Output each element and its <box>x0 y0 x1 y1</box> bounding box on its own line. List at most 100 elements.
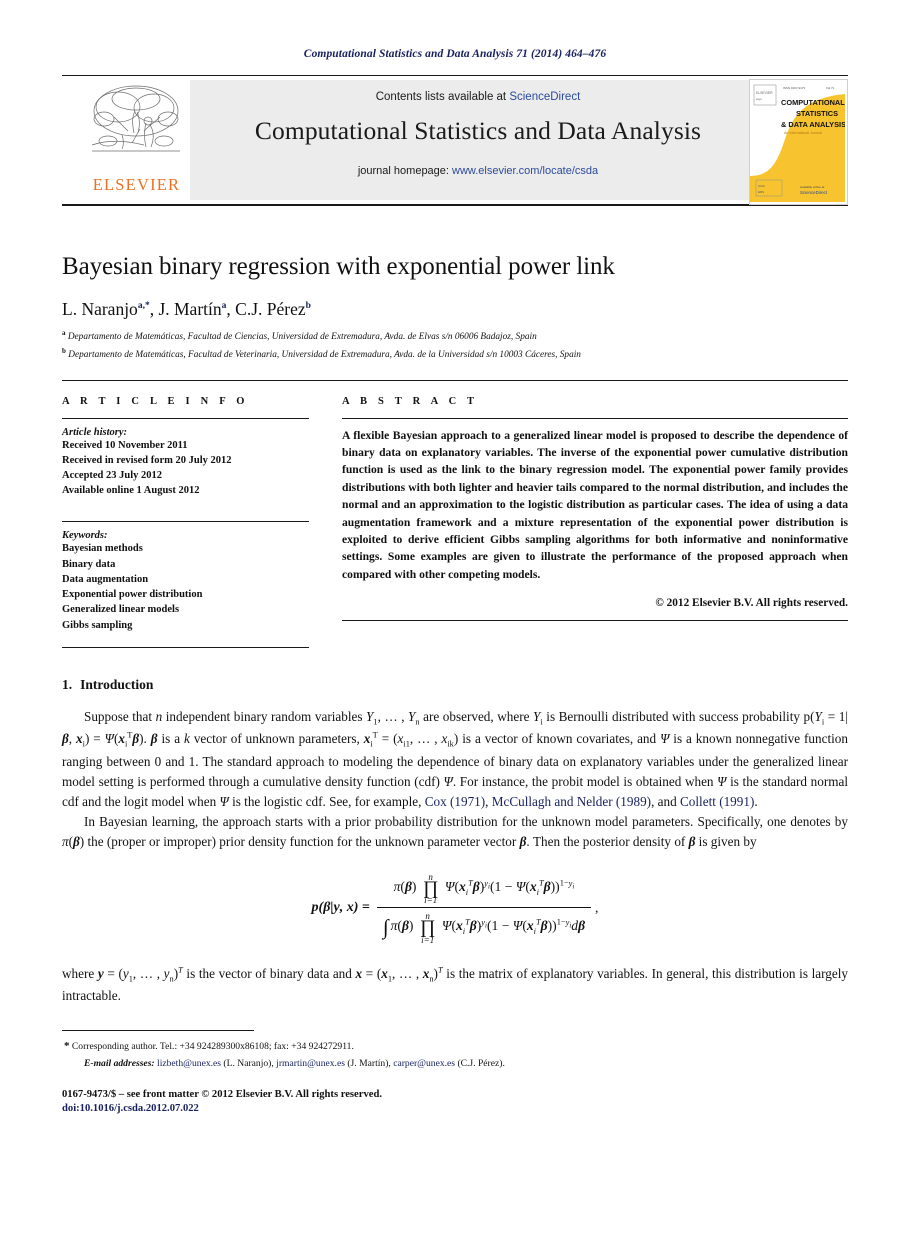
footnote-divider <box>62 1030 254 1032</box>
keyword-item: Data augmentation <box>62 573 149 585</box>
contents-available-line: Contents lists available at ScienceDirec… <box>190 80 766 103</box>
abstract-divider <box>342 417 848 419</box>
article-info-heading: A R T I C L E I N F O <box>62 395 249 407</box>
email-link[interactable]: lizbeth@unex.es <box>157 1058 221 1069</box>
asterisk-icon: * <box>64 1040 70 1053</box>
homepage-prefix: journal homepage: <box>357 165 449 177</box>
svg-text:logo: logo <box>756 97 762 101</box>
equation-lhs: p(β|y, x) = <box>311 899 370 915</box>
keyword-item: Gibbs sampling <box>62 619 133 631</box>
affiliation: a Departamento de Matemáticas, Facultad … <box>62 329 848 344</box>
journal-masthead: ELSEVIER Contents lists available at Sci… <box>62 75 848 206</box>
equation-denominator: ∫ π(β) n ∏ i=1 Ψ(xiTβ)yi(1 − Ψ(xiTβ))1−yi… <box>382 911 586 945</box>
info-bottom-divider <box>62 646 309 648</box>
email-link[interactable]: carper@unex.es <box>393 1058 455 1069</box>
svg-text:STATISTICS: STATISTICS <box>796 109 838 118</box>
footnote-corresponding-author: * Corresponding author. Tel.: +34 924289… <box>62 1038 848 1055</box>
info-abstract-row: A R T I C L E I N F O Article history: R… <box>62 396 848 648</box>
journal-band: Contents lists available at ScienceDirec… <box>190 80 766 200</box>
svg-text:ERS: ERS <box>758 190 764 194</box>
author-name: L. Naranjo <box>62 299 138 319</box>
elsevier-tree-icon <box>91 85 180 152</box>
section-heading-introduction: 1. Introduction <box>62 677 848 693</box>
svg-text:& DATA ANALYSIS: & DATA ANALYSIS <box>781 120 845 129</box>
affiliation-text: Departamento de Matemáticas, Facultad de… <box>67 332 537 343</box>
contents-prefix: Contents lists available at <box>375 91 507 103</box>
page-title: Bayesian binary regression with exponent… <box>62 253 615 280</box>
journal-cover-thumbnail: ELSEVIER logo ISSN 0167-9473 Vol 71 COMP… <box>749 79 848 205</box>
footnote-emails: E-mail addresses: lizbeth@unex.es (L. Na… <box>84 1057 505 1069</box>
svg-text:ELSEVIER: ELSEVIER <box>756 91 773 95</box>
equation-trailing-comma: , <box>595 899 599 915</box>
journal-homepage-line: journal homepage: www.elsevier.com/locat… <box>190 165 766 177</box>
affiliation: b Departamento de Matemáticas, Facultad … <box>62 347 848 362</box>
article-info-divider <box>62 417 309 419</box>
svg-text:ISSN 0167-9473: ISSN 0167-9473 <box>783 86 806 90</box>
affiliation-mark: b <box>62 347 66 356</box>
article-history-label: Article history: <box>62 426 128 438</box>
product-operator-icon: n ∏ i=1 <box>422 872 439 906</box>
affiliation-text: Departamento de Matemáticas, Facultad de… <box>68 350 581 361</box>
email-link[interactable]: jrmartin@unex.es <box>276 1058 345 1069</box>
keywords-block: Keywords: Bayesian methods Binary data D… <box>62 521 309 632</box>
abstract-column: A B S T R A C T A flexible Bayesian appr… <box>342 396 848 648</box>
paper-page: Computational Statistics and Data Analys… <box>0 0 907 1238</box>
keyword-item: Bayesian methods <box>62 543 143 555</box>
paragraph-1: Suppose that n independent binary random… <box>62 708 849 809</box>
elsevier-logo: ELSEVIER <box>84 79 189 204</box>
running-head: Computational Statistics and Data Analys… <box>303 48 607 60</box>
imprint-line: 0167-9473/$ – see front matter © 2012 El… <box>62 1089 382 1101</box>
keyword-item: Exponential power distribution <box>62 589 203 601</box>
sciencedirect-link[interactable]: ScienceDirect <box>509 91 580 103</box>
email-addresses-label: E-mail addresses: <box>84 1057 155 1069</box>
author-mark: b <box>305 301 311 312</box>
abstract-text: A flexible Bayesian approach to a genera… <box>342 428 848 581</box>
citation-link[interactable]: Collett (1991) <box>680 794 754 809</box>
abstract-copyright: © 2012 Elsevier B.V. All rights reserved… <box>655 597 848 610</box>
keyword-item: Generalized linear models <box>62 604 180 616</box>
keywords-divider <box>62 521 309 523</box>
author-name: J. Martín <box>158 299 222 319</box>
author-mark: a,* <box>137 301 150 312</box>
section-title-text: Introduction <box>80 676 154 692</box>
email-owner: (J. Martín) <box>347 1057 389 1069</box>
paragraph-3: where y = (y1, … , yn)T is the vector of… <box>62 965 848 1004</box>
cover-artwork-icon: ELSEVIER logo ISSN 0167-9473 Vol 71 COMP… <box>750 80 846 202</box>
author-name: C.J. Pérez <box>235 299 306 319</box>
email-owner: (C.J. Pérez) <box>457 1057 503 1069</box>
elsevier-wordmark: ELSEVIER <box>92 175 181 194</box>
abstract-bottom-divider <box>342 620 848 622</box>
email-owner: (L. Naranjo) <box>223 1057 272 1069</box>
abstract-heading: A B S T R A C T <box>342 395 479 407</box>
integral-icon: ∫ <box>382 914 389 939</box>
history-item: Available online 1 August 2012 <box>62 485 200 497</box>
display-equation: p(β|y, x) = π(β) n ∏ i=1 Ψ(xiTβ)yi(1 − Ψ… <box>62 862 848 954</box>
author-list: L. Naranjoa,*, J. Martína, C.J. Pérezb <box>62 299 311 319</box>
product-operator-icon: n ∏ i=1 <box>419 911 436 945</box>
affiliation-mark: a <box>62 329 66 337</box>
svg-text:Vol 71: Vol 71 <box>826 86 835 90</box>
history-item: Accepted 23 July 2012 <box>62 470 163 481</box>
doi-link[interactable]: doi:10.1016/j.csda.2012.07.022 <box>62 1103 848 1114</box>
citation-link[interactable]: Cox (1971) <box>425 794 485 809</box>
svg-text:An International Journal: An International Journal <box>784 131 822 135</box>
homepage-url-link[interactable]: www.elsevier.com/locate/csda <box>452 165 598 177</box>
author-mark: a <box>221 301 227 312</box>
svg-text:COMPUTATIONAL: COMPUTATIONAL <box>781 98 845 107</box>
keywords-label: Keywords: <box>62 530 108 542</box>
equation-fraction: π(β) n ∏ i=1 Ψ(xiTβ)yi(1 − Ψ(xiTβ))1−yi … <box>376 869 592 946</box>
article-info-column: A R T I C L E I N F O Article history: R… <box>62 396 309 648</box>
equation-numerator: π(β) n ∏ i=1 Ψ(xiTβ)yi(1 − Ψ(xiTβ))1−yi <box>393 872 575 906</box>
history-item: Received in revised form 20 July 2012 <box>62 454 232 466</box>
journal-title: Computational Statistics and Data Analys… <box>254 116 702 145</box>
svg-text:Available online at: Available online at <box>800 185 824 189</box>
corresponding-author-text: Corresponding author. Tel.: +34 92428930… <box>71 1041 354 1053</box>
title-divider <box>62 379 848 381</box>
svg-text:ScienceDirect: ScienceDirect <box>800 190 828 195</box>
keyword-item: Binary data <box>62 558 116 570</box>
svg-text:IASC: IASC <box>758 184 766 188</box>
paragraph-2: In Bayesian learning, the approach start… <box>62 813 848 849</box>
citation-link[interactable]: McCullagh and Nelder (1989) <box>492 794 651 809</box>
history-item: Received 10 November 2011 <box>62 439 188 451</box>
section-number: 1. <box>62 676 73 692</box>
